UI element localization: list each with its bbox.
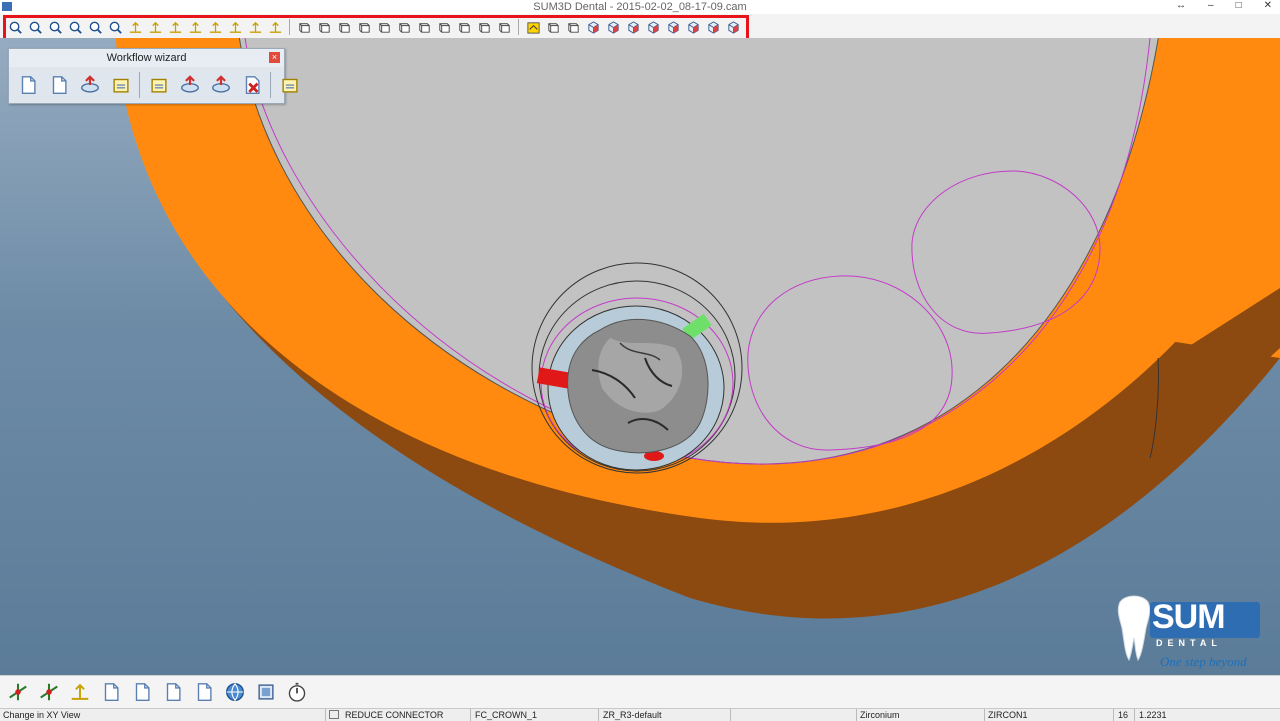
clip-icon[interactable] <box>266 19 284 35</box>
parameters-icon[interactable] <box>144 70 173 99</box>
delete-icon[interactable] <box>237 70 266 99</box>
tool-holder-icon[interactable] <box>275 70 304 99</box>
zoom-realtime-icon[interactable] <box>66 19 84 35</box>
status-operation: REDUCE CONNECTOR <box>345 710 444 720</box>
scene-canvas <box>115 38 1280 619</box>
zoom-previous-icon[interactable] <box>46 19 64 35</box>
maximize-icon[interactable]: □ <box>1236 0 1242 11</box>
machining-icon[interactable] <box>35 678 62 706</box>
pan-icon[interactable] <box>106 19 124 35</box>
view-cube2-icon[interactable] <box>684 19 702 35</box>
status-part: FC_CROWN_1 <box>475 710 538 720</box>
view-yz-icon[interactable] <box>564 19 582 35</box>
view-cube4-icon[interactable] <box>724 19 742 35</box>
export-icon[interactable] <box>75 70 104 99</box>
report-icon[interactable] <box>252 678 279 706</box>
window-title: SUM3D Dental - 2015-02-02_08-17-09.cam <box>533 1 747 13</box>
globe-icon[interactable] <box>221 678 248 706</box>
wizard-title: Workflow wizard <box>9 49 284 67</box>
view-section-2-icon[interactable] <box>455 19 473 35</box>
view-front-icon[interactable] <box>295 19 313 35</box>
view-cube3-icon[interactable] <box>704 19 722 35</box>
bottom-icons <box>4 678 310 706</box>
open-file-icon[interactable] <box>44 70 73 99</box>
view-wire-icon[interactable] <box>475 19 493 35</box>
view-section-icon[interactable] <box>435 19 453 35</box>
axis-z-icon[interactable] <box>226 19 244 35</box>
view-back-icon[interactable] <box>315 19 333 35</box>
zoom-window-icon[interactable] <box>6 19 24 35</box>
job-icon[interactable] <box>97 678 124 706</box>
view-xy-icon[interactable] <box>524 19 542 35</box>
calculate-icon[interactable] <box>206 70 235 99</box>
dimension-horizontal-icon[interactable] <box>146 19 164 35</box>
tooth-logo-icon <box>1117 595 1151 662</box>
job-edit-icon[interactable] <box>128 678 155 706</box>
bottom-toolbar <box>0 675 1280 709</box>
workflow-wizard: Workflow wizard × <box>8 48 298 104</box>
measure-angle-icon[interactable] <box>166 19 184 35</box>
operation-icon <box>329 710 339 719</box>
view-iso2-icon[interactable] <box>604 19 622 35</box>
wizard-close-icon[interactable]: × <box>269 52 280 63</box>
move-up-icon[interactable] <box>186 19 204 35</box>
title-bar: SUM3D Dental - 2015-02-02_08-17-09.cam ↔… <box>0 0 1280 14</box>
3d-viewport[interactable]: SUM DENTAL One step beyond <box>0 38 1280 675</box>
view-toolbar <box>0 14 1280 42</box>
rotate-part-icon[interactable] <box>175 70 204 99</box>
settings-doc-icon[interactable] <box>190 678 217 706</box>
move-right-icon[interactable] <box>206 19 224 35</box>
view-iso1-icon[interactable] <box>584 19 602 35</box>
window-controls: ↔ – □ ✕ <box>1176 0 1272 11</box>
view-iso4-icon[interactable] <box>644 19 662 35</box>
status-strategy: ZR_R3-default <box>603 710 662 720</box>
minimize-icon[interactable]: – <box>1208 0 1214 11</box>
gizmo-icon[interactable] <box>4 678 31 706</box>
sum3d-logo: SUM DENTAL One step beyond <box>1114 594 1264 674</box>
align-icon[interactable] <box>106 70 135 99</box>
wizard-icons <box>13 70 304 99</box>
view-spline-icon[interactable] <box>415 19 433 35</box>
view-top-icon[interactable] <box>375 19 393 35</box>
status-material: Zirconium <box>860 710 900 720</box>
view-shade-icon[interactable] <box>495 19 513 35</box>
view-cube1-icon[interactable] <box>664 19 682 35</box>
status-blank: ZIRCON1 <box>988 710 1028 720</box>
view-left-icon[interactable] <box>335 19 353 35</box>
info-doc-icon[interactable] <box>159 678 186 706</box>
stopwatch-icon[interactable] <box>283 678 310 706</box>
axis-y-icon[interactable] <box>246 19 264 35</box>
dimension-icon[interactable] <box>126 19 144 35</box>
view-xz-icon[interactable] <box>544 19 562 35</box>
view-iso3-icon[interactable] <box>624 19 642 35</box>
logo-sub: DENTAL <box>1156 638 1222 648</box>
status-bar: Change in XY View REDUCE CONNECTOR FC_CR… <box>0 708 1280 721</box>
zoom-fit-icon[interactable] <box>86 19 104 35</box>
view-bottom-icon[interactable] <box>395 19 413 35</box>
zoom-out-icon[interactable] <box>26 19 44 35</box>
logo-brand: SUM <box>1152 598 1226 636</box>
resize-icon[interactable]: ↔ <box>1176 0 1186 11</box>
status-value-1: 16 <box>1118 710 1129 720</box>
status-value-2: 1.2231 <box>1139 710 1167 720</box>
toolbar-icons <box>6 18 742 36</box>
move-axis-icon[interactable] <box>66 678 93 706</box>
new-file-icon[interactable] <box>13 70 42 99</box>
logo-slogan: One step beyond <box>1160 654 1247 669</box>
status-message: Change in XY View <box>3 710 81 720</box>
close-icon[interactable]: ✕ <box>1264 0 1272 11</box>
view-right-icon[interactable] <box>355 19 373 35</box>
